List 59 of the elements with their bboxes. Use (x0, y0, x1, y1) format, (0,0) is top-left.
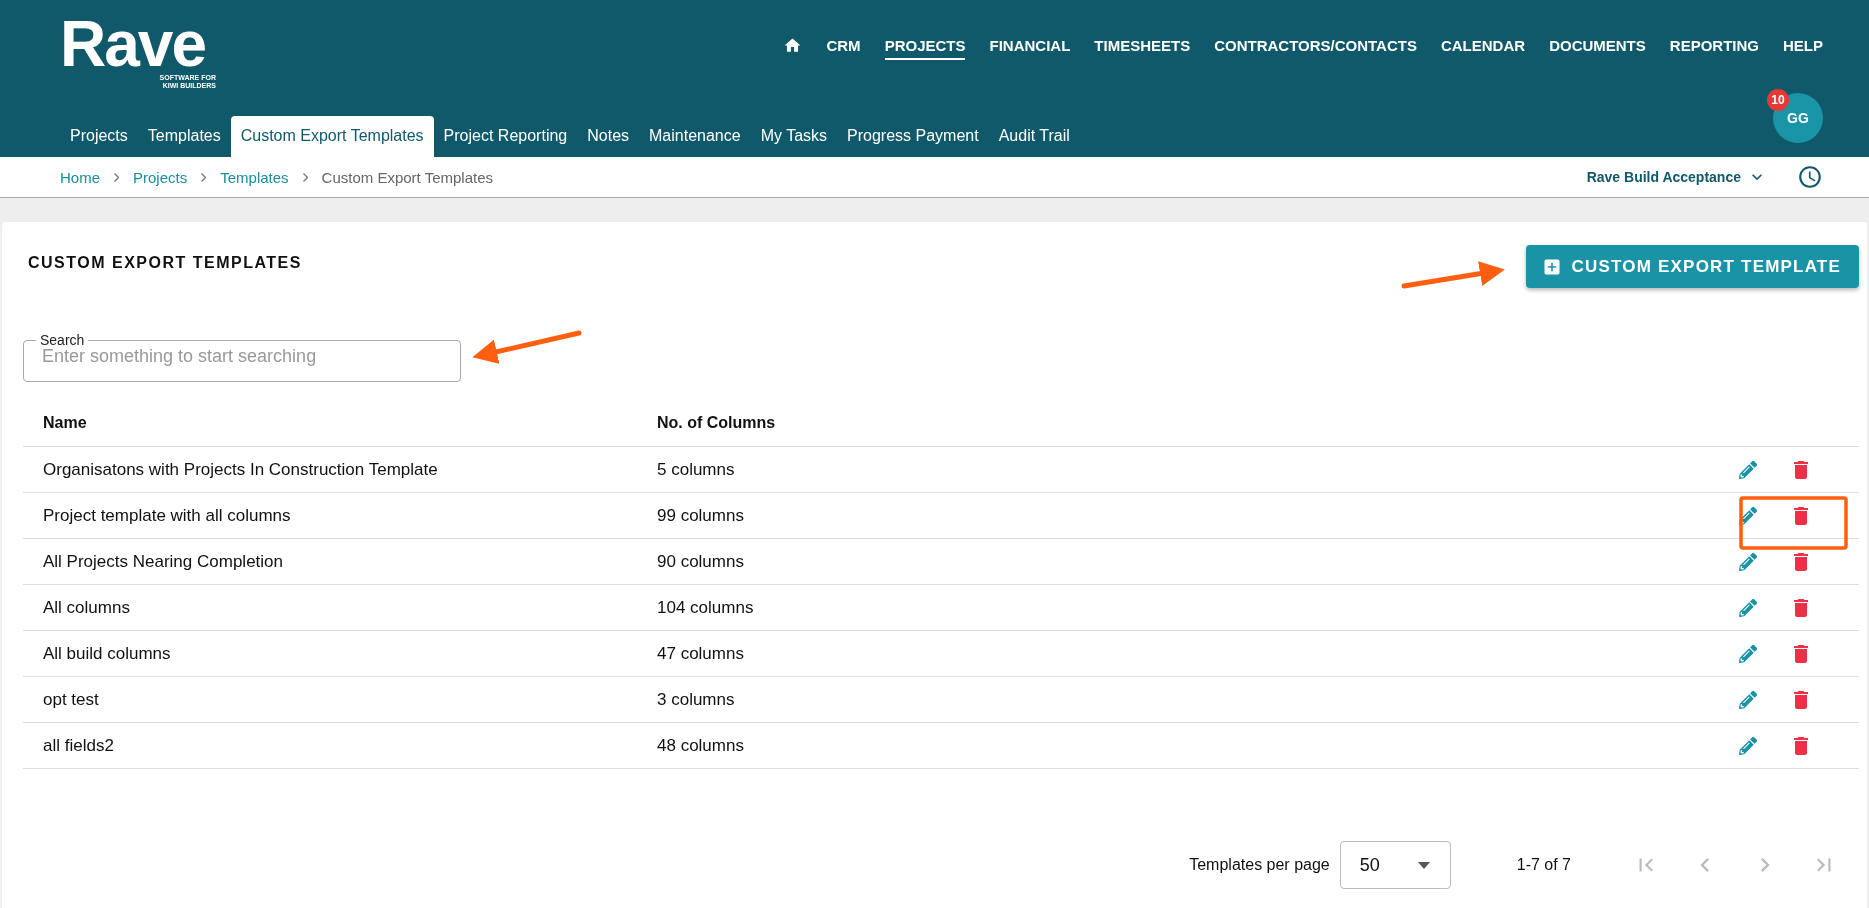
edit-icon[interactable] (1739, 460, 1757, 479)
caret-icon (1417, 861, 1430, 869)
nav-link[interactable]: FINANCIAL (989, 37, 1071, 60)
column-header: No. of Columns (657, 414, 777, 432)
table-cell-text: all fields2 (43, 735, 115, 756)
column-header: Name (43, 414, 88, 432)
add-template-button[interactable]: CUSTOM EXPORT TEMPLATE (1525, 245, 1859, 288)
table-cell-text: 3 columns (657, 689, 736, 710)
edit-icon[interactable] (1739, 736, 1757, 755)
breadcrumb-link[interactable]: Templates (220, 168, 289, 186)
edit-icon[interactable] (1739, 690, 1757, 709)
edit-icon[interactable] (1739, 552, 1757, 571)
table-cell-text: Organisatons with Projects In Construction Template (43, 459, 439, 480)
breadcrumb-link[interactable]: Home (60, 168, 100, 186)
nav-link[interactable]: REPORTING (1669, 37, 1759, 60)
table-cell-text: 90 columns (657, 551, 745, 572)
sub-tab[interactable]: Custom Export Templates (230, 116, 434, 157)
company-selector[interactable]: Rave Build Acceptance (1586, 167, 1767, 187)
chevron-icon (114, 172, 119, 182)
sub-tab[interactable]: Project Reporting (433, 116, 578, 157)
chevron-icon (201, 172, 207, 182)
sub-tab[interactable]: Notes (577, 116, 640, 157)
edit-icon[interactable] (1739, 598, 1757, 617)
sub-tab[interactable]: Projects (60, 116, 138, 157)
per-page-label: Templates per page (1189, 856, 1330, 874)
nav-link[interactable]: CALENDAR (1440, 37, 1526, 60)
nav-link[interactable]: PROJECTS (884, 37, 966, 60)
table-cell-text: All Projects Nearing Completion (43, 551, 284, 572)
nav-link[interactable]: DOCUMENTS (1549, 37, 1646, 60)
table-cell-text: Project template with all columns (43, 505, 292, 526)
sub-tab[interactable]: My Tasks (750, 116, 838, 157)
notification-badge: 10 (1767, 89, 1789, 111)
breadcrumb-link[interactable]: Custom Export Templates (321, 168, 494, 186)
table-cell-text: 47 columns (657, 643, 745, 664)
search-field[interactable]: Search Enter something to start searching (23, 332, 461, 382)
table-cell-text: opt test (43, 689, 100, 710)
sub-tab[interactable]: Audit Trail (988, 116, 1080, 157)
sub-tab[interactable]: Progress Payment (837, 116, 989, 157)
table-cell-text: 48 columns (657, 735, 745, 756)
nav-link[interactable]: TIMESHEETS (1094, 37, 1191, 60)
nav-link[interactable]: CONTRACTORS/CONTACTS (1214, 37, 1417, 60)
chevron-icon (302, 172, 308, 182)
edit-icon[interactable] (1739, 644, 1757, 663)
table-cell-text: All columns (43, 597, 131, 618)
per-page-select[interactable]: 50 (1339, 841, 1451, 889)
logo-wordmark: Rave (60, 14, 205, 74)
table-cell-text: 104 columns (657, 597, 755, 618)
table-cell-text: 99 columns (657, 505, 745, 526)
sub-tab[interactable]: Maintenance (639, 116, 751, 157)
breadcrumb-link[interactable]: Projects (133, 168, 188, 186)
nav-link[interactable]: HELP (1783, 37, 1823, 60)
field-label: Search (39, 332, 86, 348)
page-title: CUSTOM EXPORT TEMPLATES (28, 254, 302, 272)
clock-icon[interactable] (1797, 164, 1823, 190)
table-cell-text: 5 columns (657, 459, 736, 480)
nav-link[interactable]: CRM (826, 37, 861, 60)
table-cell-text: All build columns (43, 643, 172, 664)
page-range: 1-7 of 7 (1516, 856, 1571, 874)
sub-tab[interactable]: Templates (137, 116, 231, 157)
